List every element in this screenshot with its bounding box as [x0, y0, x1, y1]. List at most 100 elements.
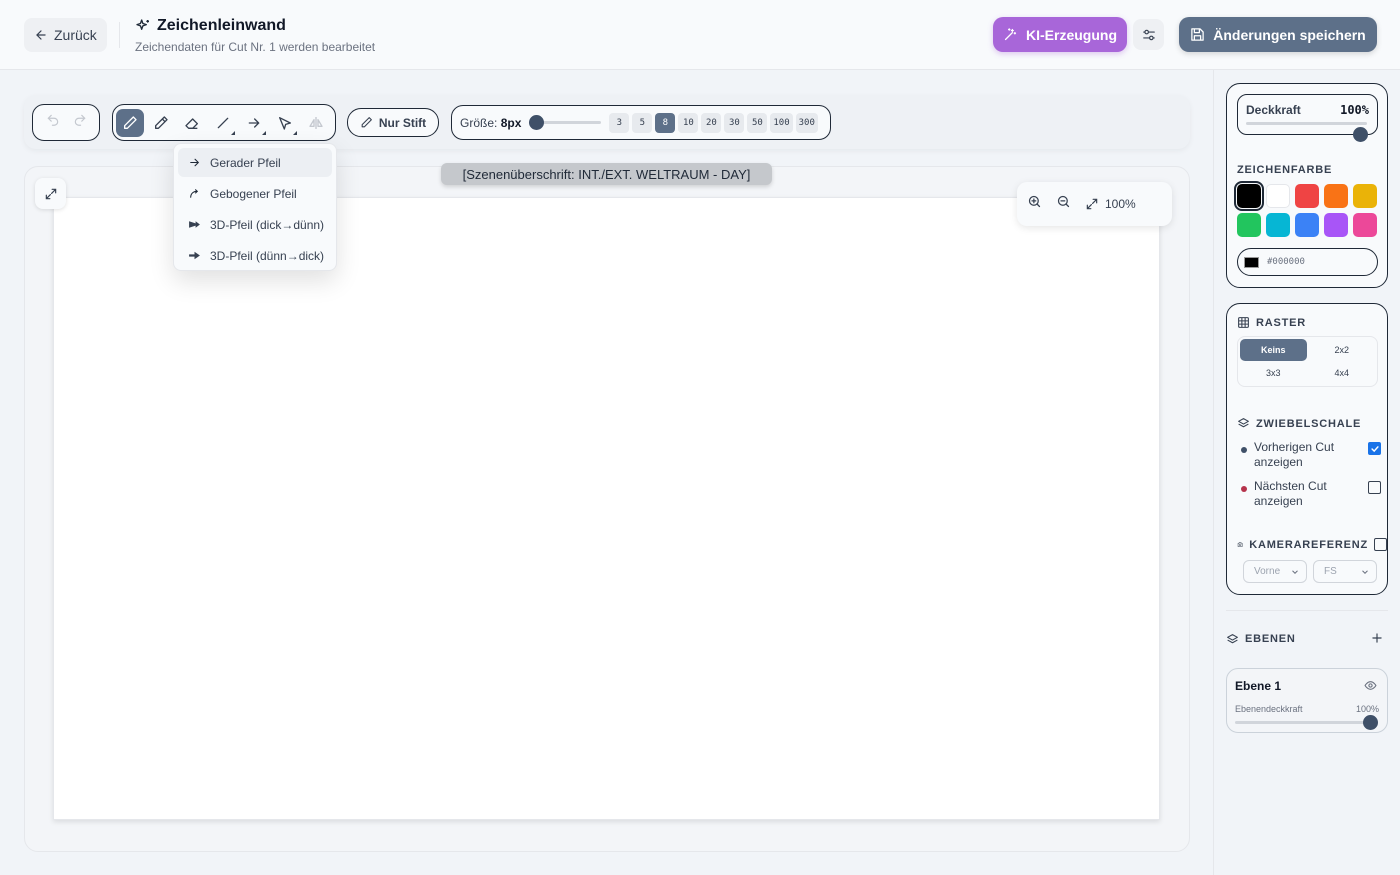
pen-only-toggle[interactable]: Nur Stift	[347, 108, 439, 137]
eraser-tool-button[interactable]	[178, 109, 206, 137]
grid-option-4x4[interactable]: 4x4	[1309, 363, 1376, 385]
menu-item-straight-arrow[interactable]: Gerader Pfeil	[178, 148, 332, 177]
title-block: Zeichenleinwand Zeichendaten für Cut Nr.…	[135, 17, 375, 54]
fullscreen-button[interactable]	[35, 178, 66, 209]
undo-button[interactable]	[46, 113, 60, 132]
line-tool-button[interactable]	[209, 109, 237, 137]
mirror-tool-button[interactable]	[302, 109, 330, 137]
camera-reference-checkbox[interactable]	[1374, 538, 1387, 551]
magic-wand-icon	[1004, 28, 1017, 41]
page-subtitle: Zeichendaten für Cut Nr. 1 werden bearbe…	[135, 40, 376, 54]
drawing-canvas[interactable]	[53, 197, 1160, 820]
color-swatch[interactable]	[1295, 184, 1319, 208]
grid-option-3x3[interactable]: 3x3	[1240, 363, 1307, 385]
menu-item-curved-arrow[interactable]: Gebogener Pfeil	[178, 179, 332, 208]
undo-icon	[47, 114, 58, 126]
menu-item-label: 3D-Pfeil (dünn→dick)	[210, 248, 325, 263]
submenu-indicator	[231, 130, 235, 135]
camera-shot-select[interactable]: FS	[1313, 560, 1377, 583]
pen-icon	[361, 117, 372, 128]
layer-visibility-toggle[interactable]	[1364, 679, 1377, 697]
layer-opacity-slider[interactable]	[1235, 721, 1375, 724]
layers-section-title: EBENEN	[1226, 633, 1296, 646]
sliders-icon	[1142, 29, 1155, 40]
plus-icon	[1372, 633, 1382, 643]
layer-name: Ebene 1	[1235, 679, 1282, 693]
redo-button[interactable]	[73, 113, 87, 132]
onion-prev-checkbox[interactable]	[1368, 442, 1381, 455]
size-preset-20[interactable]: 20	[701, 112, 722, 133]
opacity-label: Deckkraft	[1246, 103, 1301, 117]
size-preset-5[interactable]: 5	[632, 112, 653, 133]
onion-next-checkbox[interactable]	[1368, 481, 1381, 494]
chevron-down-icon	[1362, 569, 1368, 574]
size-preset-300[interactable]: 300	[795, 112, 818, 133]
color-section-title: ZEICHENFARBE	[1237, 164, 1333, 176]
layers-icon	[1238, 418, 1249, 428]
arrow-tool-button[interactable]	[240, 109, 268, 137]
app-header: Zurück Zeichenleinwand Zeichendaten für …	[0, 0, 1400, 70]
opacity-slider[interactable]	[1246, 122, 1367, 125]
color-swatch[interactable]	[1353, 213, 1377, 237]
menu-item-label: 3D-Pfeil (dick→dünn)	[210, 217, 325, 232]
color-swatch[interactable]	[1234, 181, 1264, 211]
add-layer-button[interactable]	[1370, 630, 1384, 648]
eye-icon	[1364, 681, 1377, 690]
grid-options: Keins 2x2 3x3 4x4	[1237, 336, 1378, 387]
pencil-tool-button[interactable]	[147, 109, 175, 137]
color-swatch[interactable]	[1324, 184, 1348, 208]
camera-icon	[1237, 542, 1243, 547]
layer-opacity-slider-thumb[interactable]	[1363, 715, 1378, 730]
size-preset-30[interactable]: 30	[724, 112, 745, 133]
redo-icon	[74, 114, 85, 126]
eraser-icon	[185, 117, 198, 129]
zoom-out-button[interactable]	[1056, 194, 1071, 214]
submenu-indicator	[262, 130, 266, 135]
tools-group	[112, 104, 336, 141]
save-changes-button[interactable]: Änderungen speichern	[1179, 17, 1377, 52]
camera-angle-select[interactable]: Vorne	[1243, 560, 1307, 583]
zoom-in-button[interactable]	[1027, 194, 1042, 214]
line-icon	[217, 117, 229, 128]
color-swatch[interactable]	[1295, 213, 1319, 237]
settings-button[interactable]	[1133, 19, 1164, 50]
pen-tool-button[interactable]	[116, 108, 144, 137]
scene-heading-label: [Szenenüberschrift: INT./EXT. WELTRAUM -…	[441, 163, 772, 185]
history-group	[32, 104, 100, 141]
zoom-level: 100%	[1105, 197, 1136, 211]
select-tool-button[interactable]	[271, 109, 299, 137]
color-swatch[interactable]	[1266, 213, 1290, 237]
layer-item[interactable]: Ebene 1 Ebenendeckkraft 100%	[1226, 668, 1388, 733]
color-swatch[interactable]	[1353, 184, 1377, 208]
color-swatch[interactable]	[1237, 213, 1261, 237]
grid-option-2x2[interactable]: 2x2	[1309, 339, 1376, 361]
size-preset-50[interactable]: 50	[747, 112, 768, 133]
save-changes-label: Änderungen speichern	[1213, 26, 1366, 43]
size-preset-10[interactable]: 10	[678, 112, 699, 133]
hex-color-input[interactable]: #000000	[1237, 248, 1378, 276]
opacity-slider-thumb[interactable]	[1353, 127, 1368, 142]
size-preset-3[interactable]: 3	[609, 112, 630, 133]
color-swatch[interactable]	[1266, 184, 1290, 208]
ai-generate-button[interactable]: KI-Erzeugung	[993, 17, 1127, 52]
opacity-control: Deckkraft 100%	[1237, 94, 1378, 142]
grid-section-title: RASTER	[1237, 316, 1306, 329]
color-swatch[interactable]	[1324, 213, 1348, 237]
grid-icon	[1238, 317, 1249, 328]
grid-option-keins[interactable]: Keins	[1240, 339, 1307, 361]
layers-icon	[1227, 633, 1238, 643]
size-preset-100[interactable]: 100	[770, 112, 793, 133]
pencil-icon	[155, 115, 168, 129]
back-button[interactable]: Zurück	[24, 18, 107, 52]
fit-zoom-button[interactable]: 100%	[1085, 197, 1136, 211]
size-slider-thumb[interactable]	[529, 115, 545, 130]
layer-opacity-label: Ebenendeckkraft	[1235, 704, 1303, 714]
size-label: Größe: 8px	[460, 115, 522, 130]
menu-item-3d-arrow-thick-thin[interactable]: 3D-Pfeil (dick→dünn)	[178, 210, 332, 239]
onion-next-label: Nächsten Cut anzeigen	[1254, 479, 1327, 508]
size-preset-8[interactable]: 8	[655, 112, 676, 133]
size-slider[interactable]	[529, 115, 602, 130]
curved-arrow-icon	[190, 189, 198, 198]
guides-card: RASTER Keins 2x2 3x3 4x4 ZWIEBELSCHALE Vorh…	[1226, 303, 1388, 595]
menu-item-3d-arrow-thin-thick[interactable]: 3D-Pfeil (dünn→dick)	[178, 241, 332, 270]
